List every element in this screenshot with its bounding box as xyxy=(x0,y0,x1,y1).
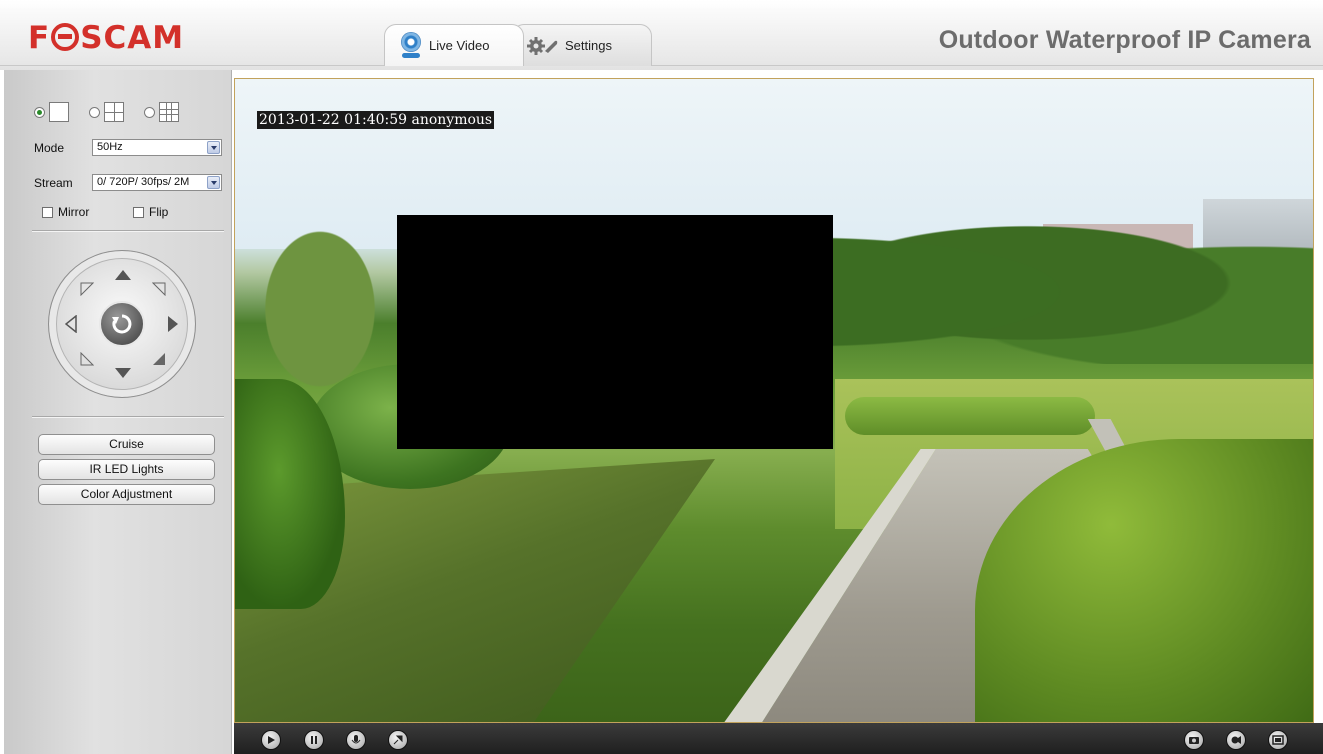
nine-view-icon xyxy=(159,102,179,122)
stop-button[interactable] xyxy=(304,730,324,750)
ptz-up-button[interactable] xyxy=(113,265,133,285)
view-four-option[interactable] xyxy=(89,102,124,122)
divider xyxy=(32,416,224,418)
arrow-up-right-icon xyxy=(152,282,166,296)
radio-four[interactable] xyxy=(89,106,100,118)
stream-select-value: 0/ 720P/ 30fps/ 2M xyxy=(97,176,190,188)
ptz-down-button[interactable] xyxy=(113,363,133,383)
audio-icon xyxy=(351,735,361,744)
ptz-left-button[interactable] xyxy=(61,314,81,334)
video-hedge xyxy=(845,397,1095,435)
snapshot-icon xyxy=(1189,737,1199,744)
mode-label: Mode xyxy=(34,141,65,155)
play-button[interactable] xyxy=(261,730,281,750)
record-icon xyxy=(1231,736,1241,744)
arrow-up-icon xyxy=(115,270,131,280)
stream-label: Stream xyxy=(34,176,73,190)
stop-icon xyxy=(311,736,317,744)
tab-live-video-label: Live Video xyxy=(429,38,490,53)
rotate-icon xyxy=(112,314,132,334)
talk-button[interactable] xyxy=(388,730,408,750)
cruise-button[interactable]: Cruise xyxy=(38,434,215,455)
flip-label: Flip xyxy=(149,205,169,219)
mirror-label: Mirror xyxy=(58,205,90,219)
play-icon xyxy=(268,736,275,744)
video-toolbar xyxy=(234,723,1323,754)
divider xyxy=(32,230,224,232)
mirror-option[interactable]: Mirror xyxy=(42,205,89,219)
gears-icon xyxy=(527,36,559,56)
arrow-up-left-icon xyxy=(80,282,94,296)
fullscreen-button[interactable] xyxy=(1268,730,1288,750)
view-nine-option[interactable] xyxy=(144,102,179,122)
chevron-down-icon[interactable] xyxy=(207,176,220,189)
snapshot-button[interactable] xyxy=(1184,730,1204,750)
product-title: Outdoor Waterproof IP Camera xyxy=(938,26,1311,54)
tab-settings-label: Settings xyxy=(565,38,612,53)
mirror-checkbox[interactable] xyxy=(42,206,53,218)
arrow-right-icon xyxy=(168,316,178,332)
sidebar: Mode 50Hz Stream 0/ 720P/ 30fps/ 2M Mirr… xyxy=(4,70,232,754)
ptz-right-button[interactable] xyxy=(163,314,183,334)
ptz-down-left-button[interactable] xyxy=(77,349,97,369)
header: F SCAM Settings Live Video Outdoor Waterp… xyxy=(0,0,1323,70)
redaction-box xyxy=(397,215,833,449)
video-timestamp-overlay: 2013-01-22 01:40:59 anonymous xyxy=(257,111,495,129)
color-adjustment-button[interactable]: Color Adjustment xyxy=(38,484,215,505)
arrow-down-right-icon xyxy=(153,353,165,365)
radio-single[interactable] xyxy=(34,106,45,118)
record-button[interactable] xyxy=(1226,730,1246,750)
foscam-logo: F SCAM xyxy=(28,20,185,56)
mode-select-value: 50Hz xyxy=(97,141,123,153)
ptz-up-right-button[interactable] xyxy=(149,279,169,299)
arrow-left-icon xyxy=(65,315,77,333)
mode-select[interactable]: 50Hz xyxy=(92,139,222,156)
talk-icon xyxy=(393,735,403,745)
fullscreen-icon xyxy=(1272,735,1284,745)
single-view-icon xyxy=(49,102,69,122)
flip-option[interactable]: Flip xyxy=(133,205,168,219)
stream-select[interactable]: 0/ 720P/ 30fps/ 2M xyxy=(92,174,222,191)
audio-button[interactable] xyxy=(346,730,366,750)
ptz-up-left-button[interactable] xyxy=(77,279,97,299)
ptz-home-button[interactable] xyxy=(99,301,145,347)
view-layout-selector xyxy=(34,102,179,122)
ptz-down-right-button[interactable] xyxy=(149,349,169,369)
arrow-down-icon xyxy=(115,368,131,378)
flip-checkbox[interactable] xyxy=(133,206,144,218)
camera-icon xyxy=(399,31,423,60)
ptz-control xyxy=(48,250,196,398)
four-view-icon xyxy=(104,102,124,122)
chevron-down-icon[interactable] xyxy=(207,141,220,154)
tab-live-video[interactable]: Live Video xyxy=(384,24,524,66)
ir-led-lights-button[interactable]: IR LED Lights xyxy=(38,459,215,480)
tab-settings[interactable]: Settings xyxy=(512,24,652,66)
live-video-view[interactable]: 2013-01-22 01:40:59 anonymous xyxy=(234,78,1314,723)
radio-nine[interactable] xyxy=(144,106,155,118)
view-single-option[interactable] xyxy=(34,102,69,122)
arrow-down-left-icon xyxy=(80,352,94,366)
